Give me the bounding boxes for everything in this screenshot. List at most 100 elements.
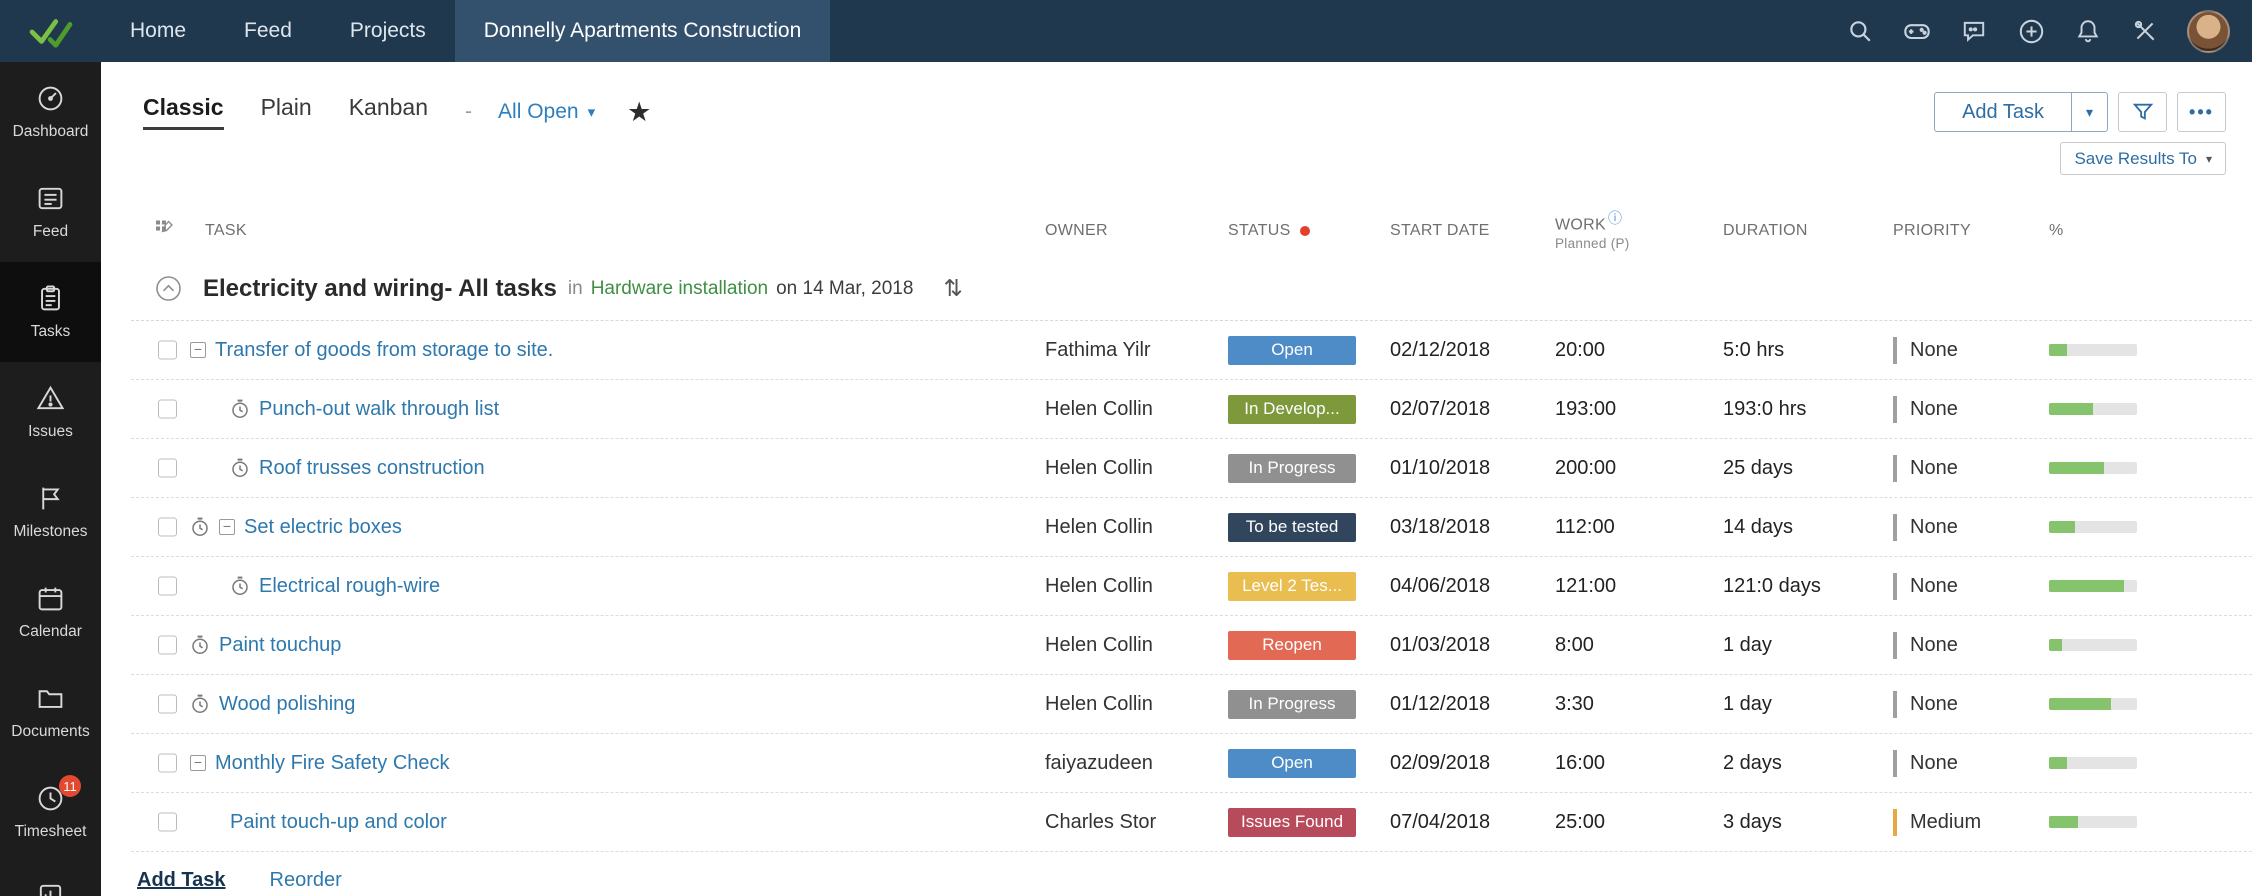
table-row[interactable]: Wood polishing Helen Collin In Progress … — [131, 675, 2252, 734]
collapse-icon[interactable]: − — [190, 342, 206, 358]
task-link[interactable]: Paint touch-up and color — [230, 811, 447, 834]
table-row[interactable]: Paint touchup Helen Collin Reopen 01/03/… — [131, 616, 2252, 675]
documents-icon — [36, 683, 66, 713]
table-row[interactable]: −Set electric boxes Helen Collin To be t… — [131, 498, 2252, 557]
sidebar-item-dashboard[interactable]: Dashboard — [0, 62, 101, 162]
favorite-star-icon[interactable]: ★ — [627, 99, 651, 126]
group-milestone-link[interactable]: Hardware installation — [591, 278, 768, 300]
toolbar-actions: Add Task ▾ ••• — [1934, 92, 2226, 132]
start-date-cell: 01/10/2018 — [1390, 457, 1555, 480]
status-cell: Level 2 Tes... — [1228, 572, 1390, 601]
add-task-caret[interactable]: ▾ — [2071, 93, 2107, 131]
add-task-split-button[interactable]: Add Task ▾ — [1934, 92, 2108, 132]
row-checkbox[interactable] — [158, 577, 177, 596]
status-badge[interactable]: Open — [1228, 336, 1356, 365]
games-icon[interactable] — [1902, 16, 1932, 46]
status-cell: In Progress — [1228, 454, 1390, 483]
nav-home[interactable]: Home — [101, 0, 215, 62]
task-link[interactable]: Roof trusses construction — [259, 457, 485, 480]
progress-bar — [2049, 757, 2137, 769]
row-checkbox[interactable] — [158, 400, 177, 419]
status-badge[interactable]: Open — [1228, 749, 1356, 778]
reports-icon — [36, 880, 66, 896]
task-link[interactable]: Wood polishing — [219, 693, 355, 716]
task-link[interactable]: Transfer of goods from storage to site. — [215, 339, 553, 362]
sidebar-item-calendar[interactable]: Calendar — [0, 562, 101, 662]
sidebar-item-milestones[interactable]: Milestones — [0, 462, 101, 562]
sidebar-item-timesheet[interactable]: 11Timesheet — [0, 762, 101, 862]
info-icon[interactable]: ⓘ — [1608, 210, 1622, 226]
row-checkbox[interactable] — [158, 341, 177, 360]
status-badge[interactable]: In Develop... — [1228, 395, 1356, 424]
timer-icon — [190, 694, 210, 714]
row-checkbox[interactable] — [158, 813, 177, 832]
task-filter-dropdown[interactable]: All Open ▾ — [498, 100, 595, 124]
percent-cell — [2049, 403, 2252, 415]
support-chat-icon[interactable] — [1959, 16, 1989, 46]
table-row[interactable]: Electrical rough-wire Helen Collin Level… — [131, 557, 2252, 616]
nav-current-project[interactable]: Donnelly Apartments Construction — [455, 0, 831, 62]
tab-plain[interactable]: Plain — [261, 94, 312, 130]
tab-classic[interactable]: Classic — [143, 94, 224, 130]
priority-cell: None — [1893, 632, 2049, 659]
row-checkbox[interactable] — [158, 518, 177, 537]
tab-kanban[interactable]: Kanban — [349, 94, 428, 130]
priority-label: None — [1910, 457, 1958, 480]
task-link[interactable]: Monthly Fire Safety Check — [215, 752, 450, 775]
status-badge[interactable]: Level 2 Tes... — [1228, 572, 1356, 601]
sidebar-item-tasks[interactable]: Tasks — [0, 262, 101, 362]
status-badge[interactable]: In Progress — [1228, 690, 1356, 719]
footer-reorder-link[interactable]: Reorder — [270, 869, 342, 892]
task-link[interactable]: Paint touchup — [219, 634, 341, 657]
column-picker-icon[interactable] — [155, 219, 175, 244]
filter-button[interactable] — [2118, 92, 2167, 132]
collapse-icon[interactable]: − — [190, 755, 206, 771]
priority-label: None — [1910, 693, 1958, 716]
sort-icon[interactable]: ⇅ — [943, 275, 962, 302]
row-checkbox[interactable] — [158, 459, 177, 478]
priority-bar — [1893, 514, 1897, 541]
start-date-cell: 01/03/2018 — [1390, 634, 1555, 657]
more-options-button[interactable]: ••• — [2177, 92, 2226, 132]
footer-add-task-link[interactable]: Add Task — [137, 869, 226, 892]
task-link[interactable]: Electrical rough-wire — [259, 575, 440, 598]
notifications-icon[interactable] — [2073, 16, 2103, 46]
group-collapse-icon[interactable] — [155, 275, 182, 302]
table-row[interactable]: Roof trusses construction Helen Collin I… — [131, 439, 2252, 498]
task-link[interactable]: Punch-out walk through list — [259, 398, 499, 421]
owner-cell: Charles Stor — [1045, 811, 1228, 834]
status-badge[interactable]: Issues Found — [1228, 808, 1356, 837]
chevron-down-icon: ▾ — [588, 103, 596, 121]
table-row[interactable]: −Monthly Fire Safety Check faiyazudeen O… — [131, 734, 2252, 793]
collapse-icon[interactable]: − — [219, 519, 235, 535]
sidebar-item-reports[interactable] — [0, 862, 101, 896]
start-date-cell: 02/09/2018 — [1390, 752, 1555, 775]
calendar-icon — [36, 583, 66, 613]
add-task-button[interactable]: Add Task — [1935, 93, 2071, 131]
table-row[interactable]: −Transfer of goods from storage to site.… — [131, 321, 2252, 380]
table-row[interactable]: Punch-out walk through list Helen Collin… — [131, 380, 2252, 439]
save-results-button[interactable]: Save Results To ▾ — [2060, 142, 2226, 175]
sidebar-item-feed[interactable]: Feed — [0, 162, 101, 262]
search-icon[interactable] — [1845, 16, 1875, 46]
status-badge[interactable]: Reopen — [1228, 631, 1356, 660]
nav-projects[interactable]: Projects — [321, 0, 455, 62]
app-logo[interactable] — [0, 0, 101, 62]
sidebar-item-issues[interactable]: Issues — [0, 362, 101, 462]
percent-cell — [2049, 698, 2252, 710]
task-link[interactable]: Set electric boxes — [244, 516, 402, 539]
status-badge[interactable]: In Progress — [1228, 454, 1356, 483]
nav-feed[interactable]: Feed — [215, 0, 321, 62]
row-checkbox[interactable] — [158, 636, 177, 655]
col-status-label: STATUS — [1228, 222, 1291, 240]
tools-icon[interactable] — [2130, 16, 2160, 46]
avatar[interactable] — [2187, 10, 2230, 53]
add-icon[interactable] — [2016, 16, 2046, 46]
status-badge[interactable]: To be tested — [1228, 513, 1356, 542]
row-checkbox[interactable] — [158, 754, 177, 773]
work-cell: 200:00 — [1555, 457, 1723, 480]
table-row[interactable]: Paint touch-up and color Charles Stor Is… — [131, 793, 2252, 852]
row-checkbox[interactable] — [158, 695, 177, 714]
progress-fill — [2049, 816, 2078, 828]
sidebar-item-documents[interactable]: Documents — [0, 662, 101, 762]
